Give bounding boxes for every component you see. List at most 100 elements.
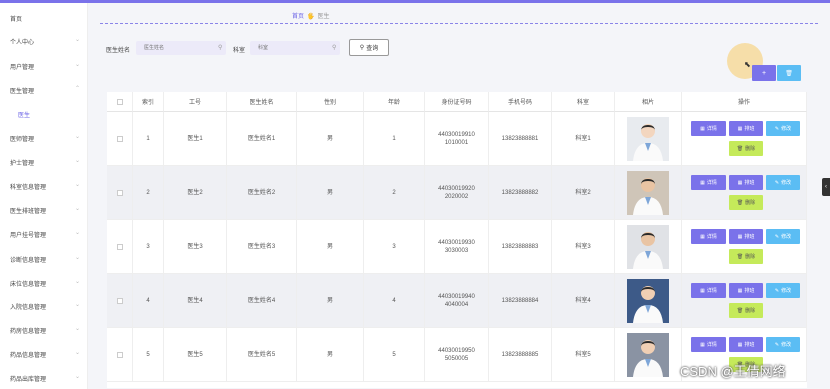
cell-idcard: 440300199505050005	[425, 328, 489, 382]
cell-id: 医生5	[164, 328, 227, 382]
select-all-header[interactable]	[107, 92, 133, 112]
schedule-button[interactable]: ▦ 排班	[729, 229, 763, 244]
doctor-photo	[627, 171, 669, 215]
sidebar-item[interactable]: 个人中心 ⌄	[0, 32, 88, 50]
row-checkbox-cell	[107, 274, 133, 328]
delete-button[interactable]: 🗑 删除	[729, 249, 763, 264]
sidebar-item[interactable]: 床位信息管理 ⌄	[0, 274, 88, 292]
doctor-photo	[627, 333, 669, 377]
detail-button[interactable]: ▦ 详情	[691, 337, 726, 352]
sidebar-item[interactable]: 医生	[0, 105, 88, 123]
row-checkbox[interactable]	[116, 298, 123, 304]
schedule-button-label: 排班	[744, 287, 755, 294]
department-label: 科室	[233, 48, 246, 54]
sidebar-item[interactable]: 科室信息管理 ⌄	[0, 177, 88, 195]
detail-icon: ▦	[700, 179, 705, 186]
edit-button[interactable]: ✎ 修改	[766, 337, 800, 352]
edit-icon: ✎	[774, 179, 780, 186]
actions-header: 操作	[682, 92, 807, 112]
doctor-photo	[627, 279, 669, 323]
doctor-name-input[interactable]	[136, 41, 226, 55]
schedule-icon: ▦	[737, 287, 743, 294]
edit-icon: ✎	[774, 233, 780, 240]
schedule-button[interactable]: ▦ 排班	[729, 175, 763, 190]
sidebar-item[interactable]: 药品出库管理 ⌄	[0, 369, 88, 387]
row-checkbox[interactable]	[116, 244, 123, 250]
cell-age: 5	[364, 328, 425, 382]
delete-button-label: 删除	[745, 253, 756, 260]
sidebar-item-label: 护士管理	[10, 161, 35, 167]
row-checkbox-cell	[107, 328, 133, 382]
row-checkbox[interactable]	[116, 136, 123, 142]
mouse-cursor-icon: ⬉	[744, 60, 751, 69]
edit-button[interactable]: ✎ 修改	[766, 229, 800, 244]
schedule-button[interactable]: ▦ 排班	[729, 283, 763, 298]
breadcrumb-home[interactable]: 首页	[292, 14, 304, 20]
detail-button[interactable]: ▦ 详情	[691, 175, 726, 190]
cell-age: 1	[364, 112, 425, 166]
detail-icon: ▦	[700, 287, 705, 294]
batch-delete-button[interactable]: 🗑	[777, 65, 801, 81]
actions-cell: ▦ 详情 ▦ 排班 ✎ 修改 🗑 删除	[682, 220, 807, 274]
cell-idcard: 440300199303030003	[425, 220, 489, 274]
detail-button[interactable]: ▦ 详情	[691, 121, 726, 136]
schedule-button[interactable]: ▦ 排班	[729, 121, 763, 136]
sidebar-item-label: 床位信息管理	[10, 282, 47, 288]
sidebar-item[interactable]: 医生排班管理 ⌄	[0, 201, 88, 219]
detail-button[interactable]: ▦ 详情	[691, 229, 726, 244]
sidebar-item-label: 首页	[10, 17, 23, 23]
sidebar-item[interactable]: 医师管理 ⌄	[0, 129, 88, 147]
sidebar-item-label: 入院信息管理	[10, 305, 47, 311]
schedule-icon: ▦	[737, 341, 743, 348]
row-checkbox[interactable]	[116, 352, 123, 358]
schedule-button[interactable]: ▦ 排班	[729, 337, 763, 352]
table-row: 1 医生1 医生姓名1 男 1 440300199101010001 13823888881…	[107, 112, 807, 166]
edit-button[interactable]: ✎ 修改	[766, 121, 800, 136]
breadcrumb-current: 医生	[317, 14, 330, 20]
schedule-button-label: 排班	[744, 179, 755, 186]
delete-button[interactable]: 🗑 删除	[729, 195, 763, 210]
cell-id: 医生4	[164, 274, 227, 328]
sidebar-item[interactable]: 用户管理 ⌄	[0, 57, 88, 75]
sidebar-item-label: 科室信息管理	[10, 185, 47, 191]
cell-gender: 男	[297, 112, 364, 166]
edit-icon: ✎	[774, 287, 780, 294]
add-button[interactable]: +	[752, 65, 776, 81]
row-checkbox[interactable]	[116, 190, 123, 196]
sidebar-item[interactable]: 入院信息管理 ⌄	[0, 297, 88, 315]
cell-id: 医生3	[164, 220, 227, 274]
table-row: 2 医生2 医生姓名2 男 2 440300199202020002 13823888882…	[107, 166, 807, 220]
query-button[interactable]: ⚲ 查询	[349, 39, 389, 56]
chevron-icon: ⌃	[74, 86, 80, 92]
sidebar-item[interactable]: 首页	[0, 9, 88, 27]
edit-button[interactable]: ✎ 修改	[766, 283, 800, 298]
cell-dept: 科室1	[552, 112, 615, 166]
delete-button[interactable]: 🗑 删除	[729, 141, 763, 156]
department-input[interactable]	[250, 41, 340, 55]
cell-dept: 科室3	[552, 220, 615, 274]
cell-name: 医生姓名1	[227, 112, 297, 166]
table-row: 3 医生3 医生姓名3 男 3 440300199303030003 13823888883…	[107, 220, 807, 274]
sidebar-item-label: 医师管理	[10, 137, 35, 143]
sidebar-item[interactable]: 药品信息管理 ⌄	[0, 345, 88, 363]
sidebar-item[interactable]: 诊断信息管理 ⌄	[0, 250, 88, 268]
detail-button-label: 详情	[706, 179, 717, 186]
sidebar-item-label: 药房信息管理	[10, 329, 47, 335]
sidebar-item[interactable]: 用户挂号管理 ⌄	[0, 225, 88, 243]
edit-button[interactable]: ✎ 修改	[766, 175, 800, 190]
trash-icon: 🗑	[736, 145, 744, 152]
edit-icon: ✎	[774, 341, 780, 348]
sidebar-item[interactable]: 护士管理 ⌄	[0, 153, 88, 171]
sidebar-item[interactable]: 医生管理 ⌃	[0, 81, 88, 99]
select-all-checkbox[interactable]	[116, 98, 123, 105]
cell-age: 2	[364, 166, 425, 220]
sidebar-item[interactable]: 药房信息管理 ⌄	[0, 321, 88, 339]
search-icon: ⚲	[332, 45, 337, 51]
delete-button[interactable]: 🗑 删除	[729, 303, 763, 318]
doctor-table: 索引 工号 医生姓名 性别 年龄 身份证号码 手机号码 科室 相片 操作 1 医生1 医生姓名1 男 1 44…	[107, 92, 807, 388]
phone-header: 手机号码	[489, 92, 552, 112]
schedule-button-label: 排班	[744, 341, 755, 348]
detail-button[interactable]: ▦ 详情	[691, 283, 726, 298]
collapse-tab-icon[interactable]: ‹	[822, 178, 830, 196]
sidebar-item-label: 用户管理	[10, 65, 35, 71]
